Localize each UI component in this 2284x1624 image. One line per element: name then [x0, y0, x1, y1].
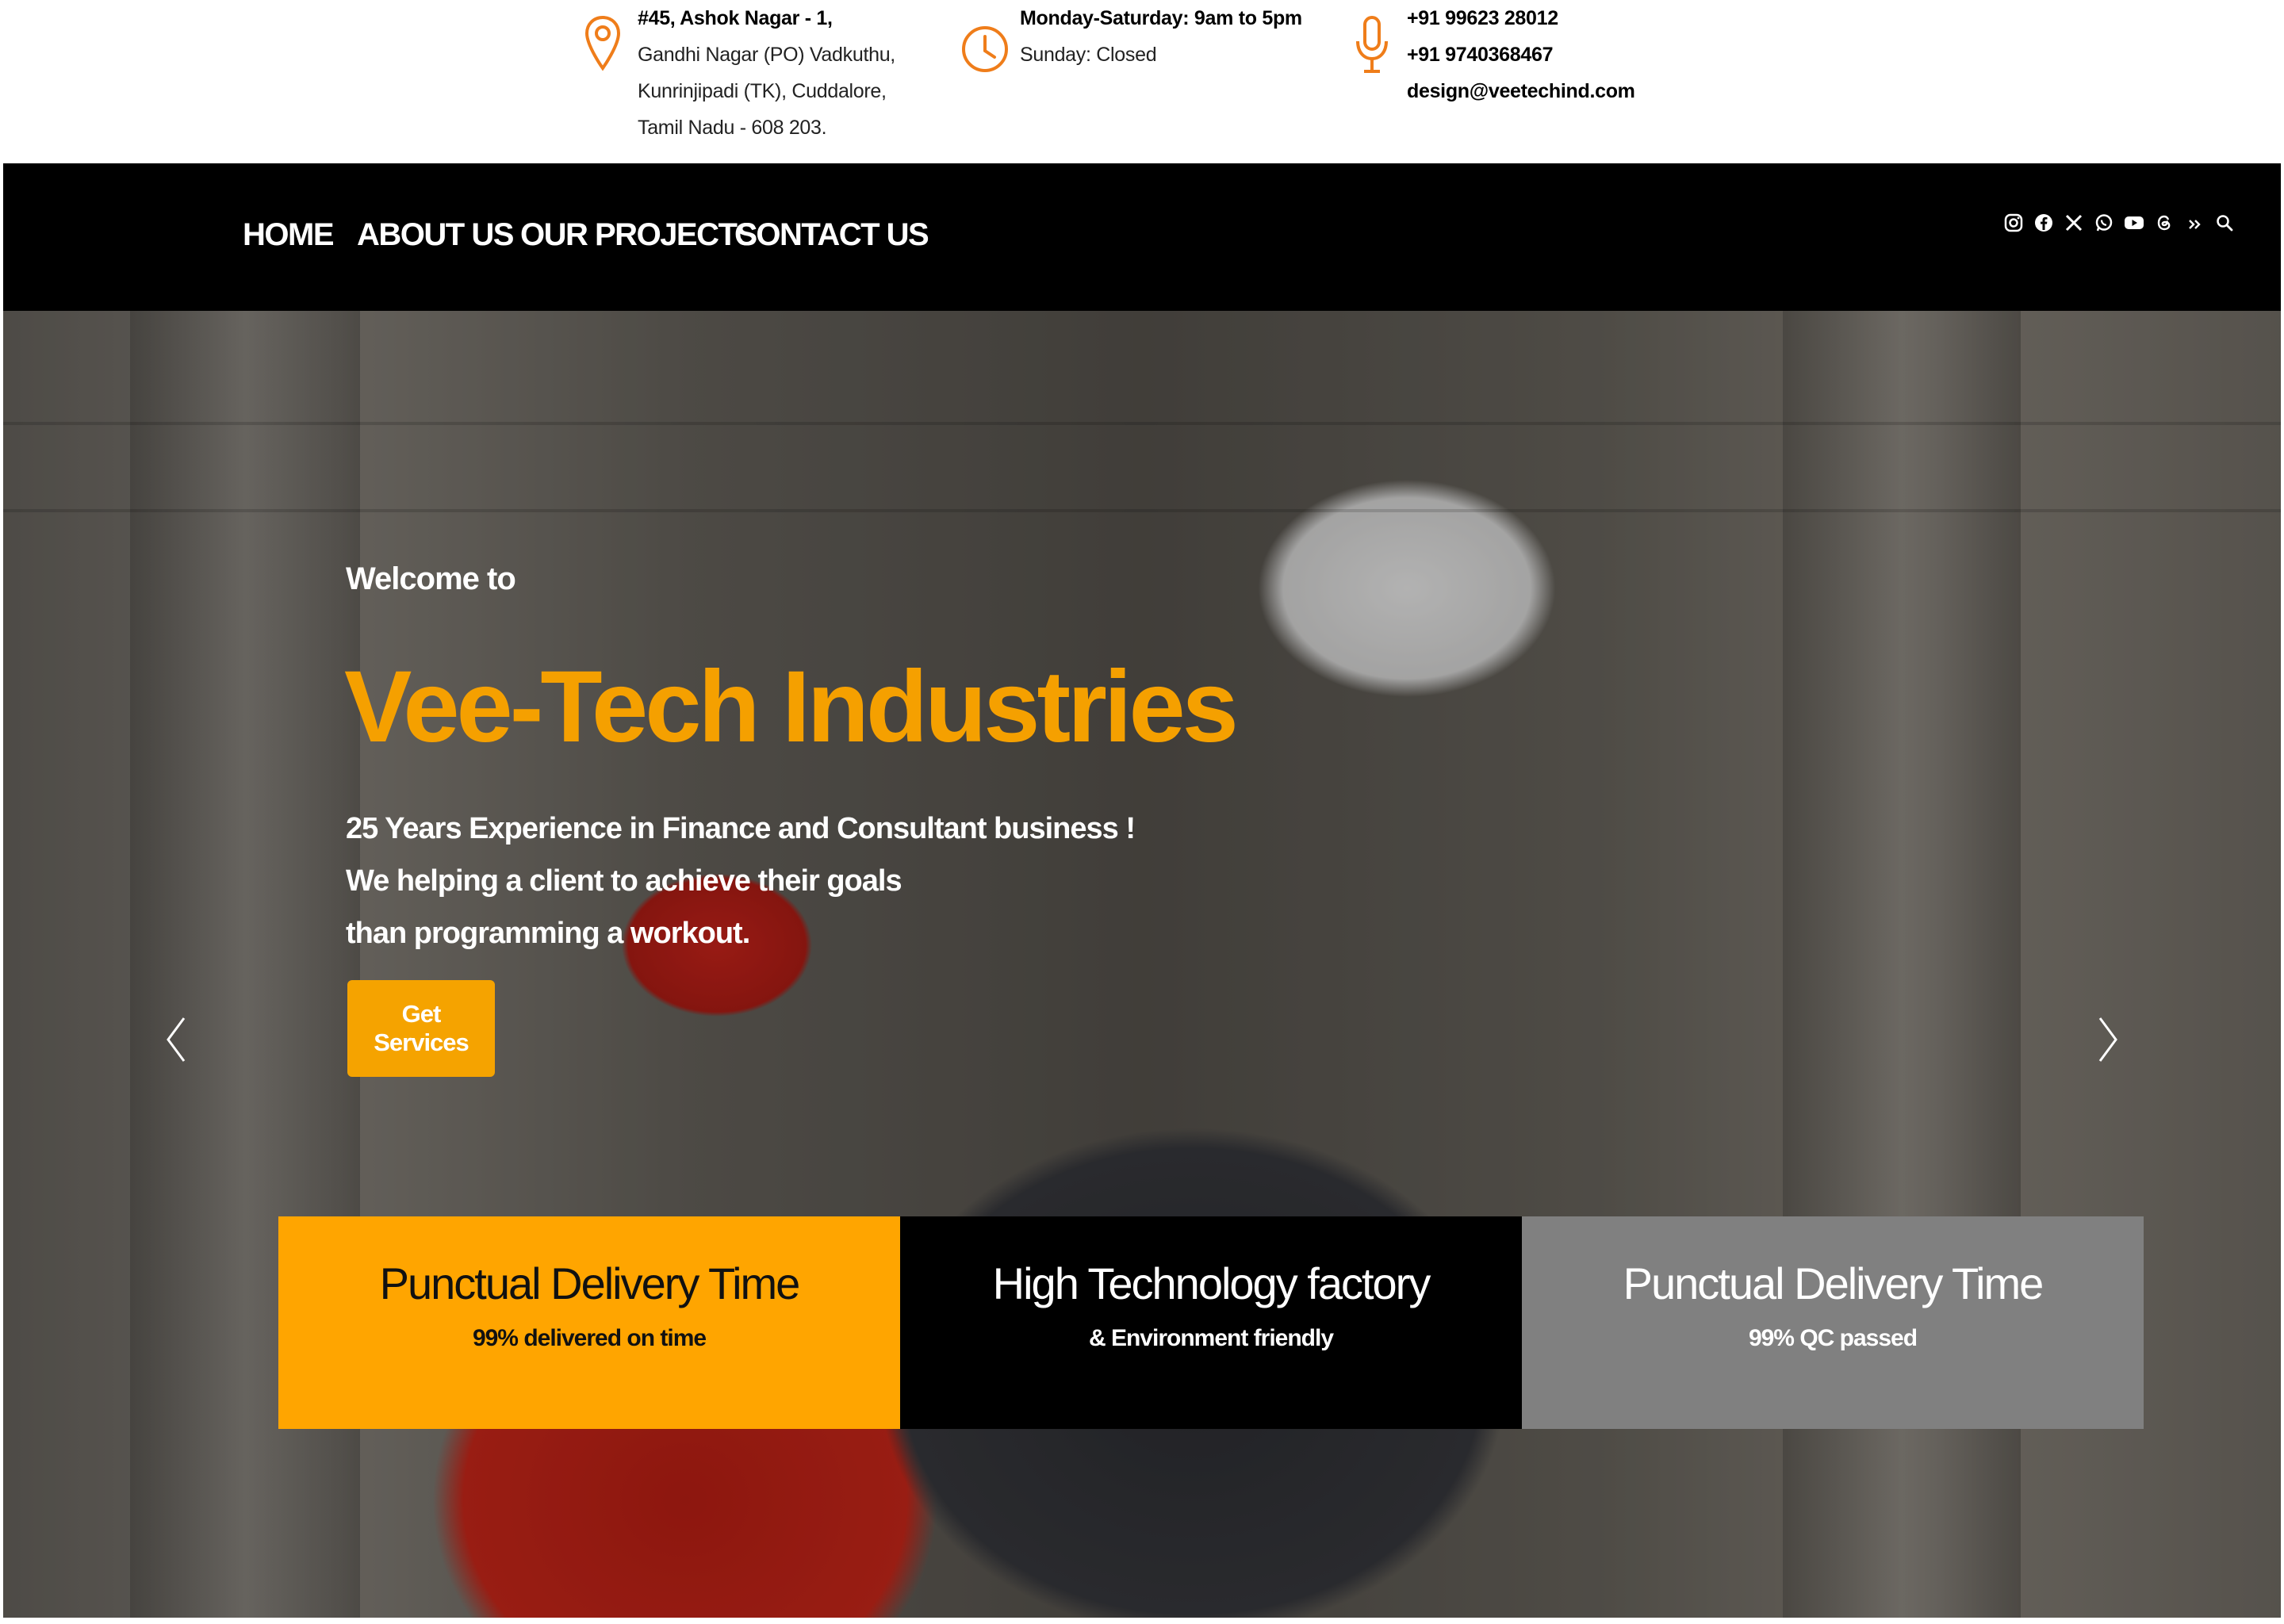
address-block: #45, Ashok Nagar - 1, Gandhi Nagar (PO) … [579, 0, 895, 146]
feature-heading: Punctual Delivery Time [1623, 1258, 2044, 1308]
hero-subtitle: 25 Years Experience in Finance and Consu… [346, 802, 1136, 959]
whatsapp-icon[interactable] [2089, 208, 2119, 238]
phone-1[interactable]: +91 99623 28012 [1407, 0, 1635, 36]
address-line-3: Kunrinjipadi (TK), Cuddalore, [638, 80, 887, 102]
microphone-icon [1356, 16, 1388, 73]
feature-text: & Environment friendly [1088, 1325, 1334, 1351]
youtube-icon[interactable] [2119, 208, 2149, 238]
social-links [1998, 208, 2240, 238]
hero-subtitle-line: 25 Years Experience in Finance and Consu… [346, 812, 1136, 845]
search-icon[interactable] [2209, 208, 2240, 238]
slider-prev-icon[interactable] [160, 1012, 192, 1067]
facebook-icon[interactable] [2029, 208, 2059, 238]
hero-subtitle-line: We helping a client to achieve their goa… [346, 864, 902, 898]
feature-box-delivery: Punctual Delivery Time 99% delivered on … [278, 1216, 900, 1429]
nav-our-projects[interactable]: OUR PROJECTS [520, 217, 757, 253]
threads-icon[interactable] [2149, 208, 2179, 238]
nav-home[interactable]: HOME [243, 217, 335, 253]
main-navbar: HOME ABOUT US OUR PROJECTS CONTACT US [3, 163, 2281, 311]
get-services-button[interactable]: Get Services [347, 980, 495, 1077]
phone-2[interactable]: +91 9740368467 [1407, 36, 1635, 73]
nav-about-us[interactable]: ABOUT US [357, 217, 514, 253]
hours-block: Monday-Saturday: 9am to 5pm Sunday: Clos… [961, 0, 1302, 79]
top-info-bar: #45, Ashok Nagar - 1, Gandhi Nagar (PO) … [0, 0, 2284, 163]
feature-box-technology: High Technology factory & Environment fr… [900, 1216, 1522, 1429]
address-line-2: Gandhi Nagar (PO) Vadkuthu, [638, 44, 895, 66]
feature-text: 99% QC passed [1748, 1325, 1918, 1351]
hours-sunday: Sunday: Closed [1020, 44, 1157, 66]
double-chevron-icon[interactable] [2179, 208, 2209, 238]
slider-next-icon[interactable] [2092, 1012, 2124, 1067]
hero-title: Vee-Tech Industries [344, 650, 1239, 764]
contact-block: +91 99623 28012 +91 9740368467 design@ve… [1348, 0, 1635, 109]
hero-welcome: Welcome to [346, 561, 516, 596]
nav-contact-us[interactable]: CONTACT US [734, 217, 929, 253]
address-line-4: Tamil Nadu - 608 203. [638, 117, 827, 139]
feature-text: 99% delivered on time [472, 1325, 707, 1351]
feature-box-qc: Punctual Delivery Time 99% QC passed [1522, 1216, 2144, 1429]
feature-heading: High Technology factory [992, 1258, 1431, 1308]
instagram-icon[interactable] [1998, 208, 2029, 238]
clock-icon [962, 26, 1008, 72]
email-link[interactable]: design@veetechind.com [1407, 73, 1635, 109]
hero-slider: Welcome to Vee-Tech Industries 25 Years … [3, 311, 2281, 1618]
x-icon[interactable] [2059, 208, 2089, 238]
location-pin-icon [584, 15, 621, 71]
feature-heading: Punctual Delivery Time [379, 1258, 801, 1308]
address-line-1: #45, Ashok Nagar - 1, [638, 7, 833, 29]
hero-subtitle-line: than programming a workout. [346, 917, 750, 950]
hours-weekdays: Monday-Saturday: 9am to 5pm [1020, 7, 1302, 29]
